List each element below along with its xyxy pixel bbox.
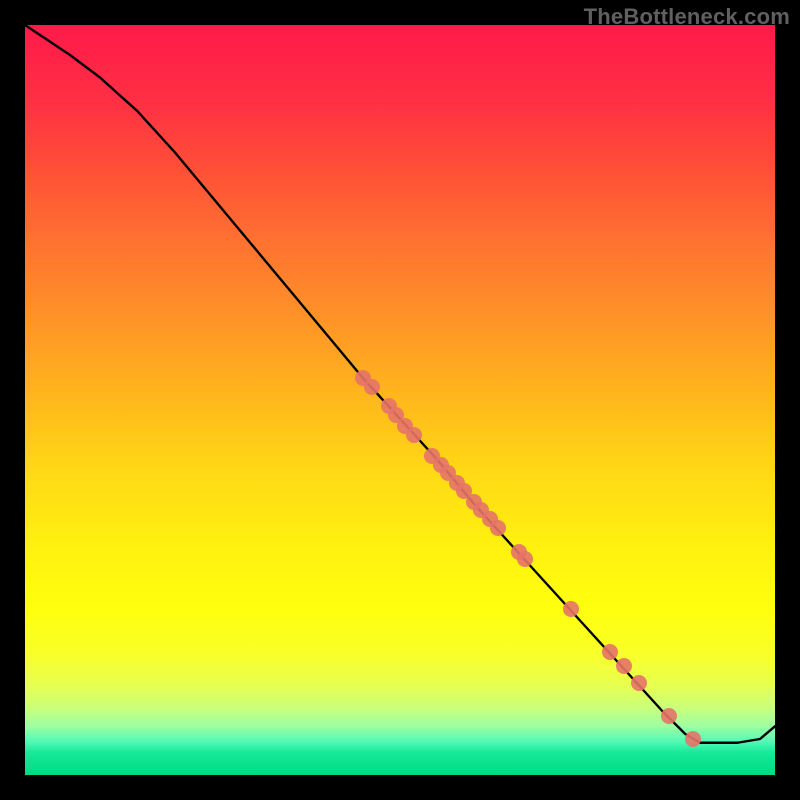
bottleneck-curve-path <box>25 25 775 743</box>
chart-container: TheBottleneck.com <box>0 0 800 800</box>
watermark-label: TheBottleneck.com <box>584 4 790 30</box>
plot-area <box>25 25 775 775</box>
curve-svg <box>25 25 775 775</box>
